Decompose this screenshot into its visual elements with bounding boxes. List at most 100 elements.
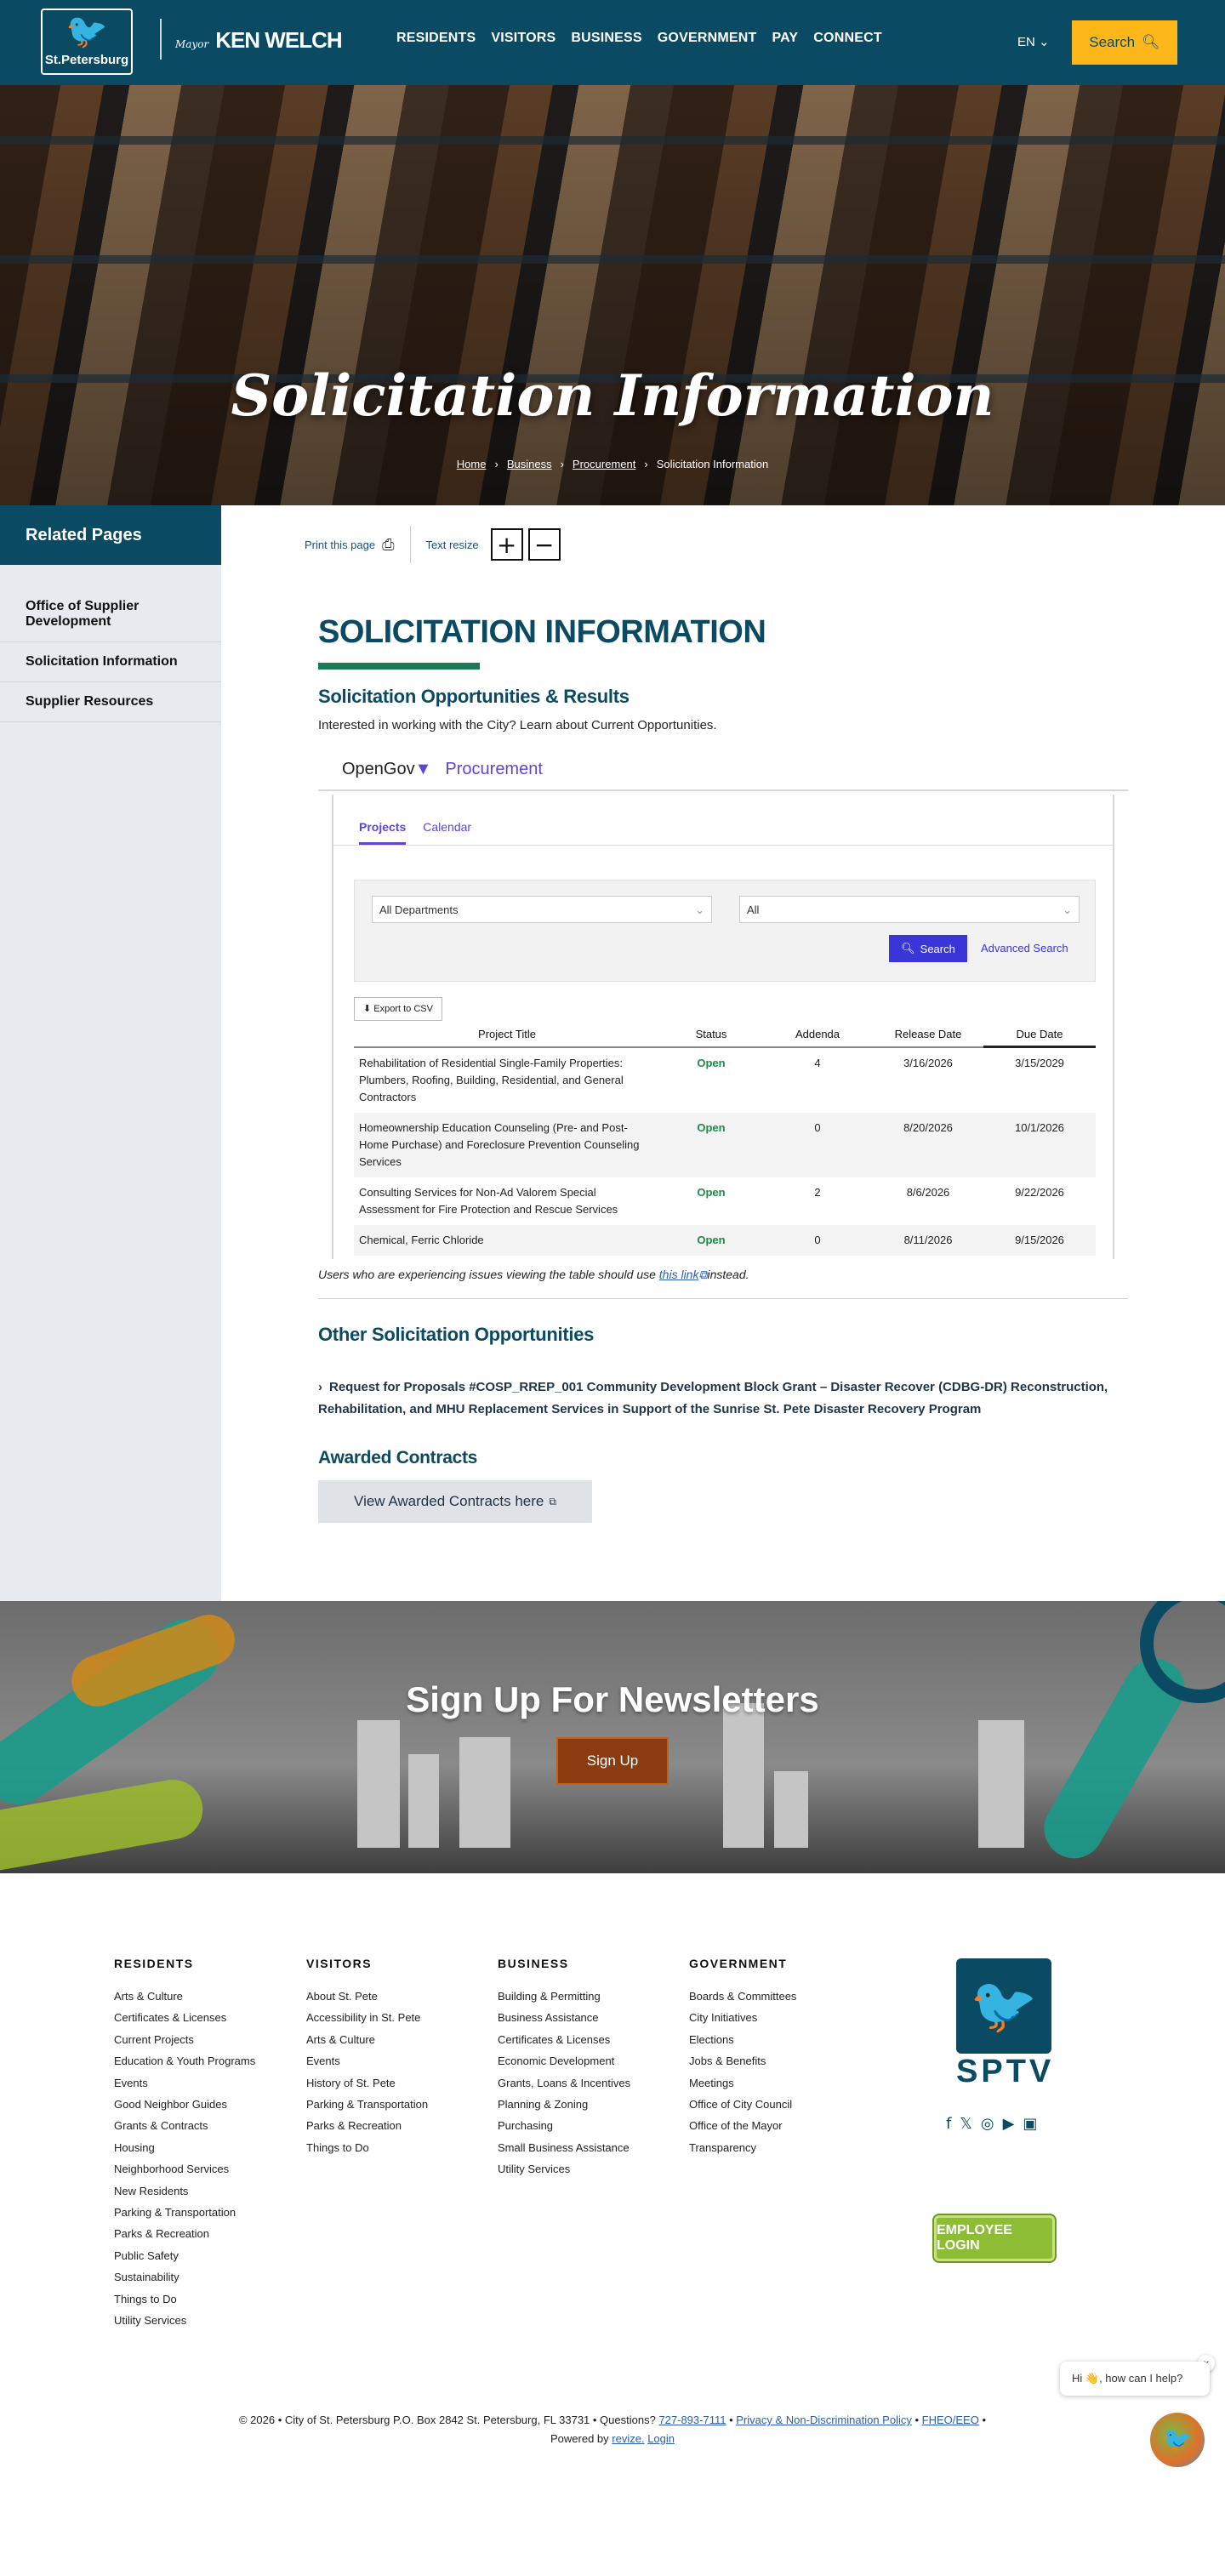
- footer-link[interactable]: Public Safety: [114, 2245, 255, 2266]
- footer-link[interactable]: Economic Development: [498, 2050, 630, 2072]
- x-twitter-icon[interactable]: 𝕏: [960, 2115, 972, 2133]
- export-csv-button[interactable]: ⬇ Export to CSV: [354, 997, 442, 1021]
- footer-link[interactable]: Building & Permitting: [498, 1986, 630, 2007]
- facebook-icon[interactable]: f: [946, 2115, 951, 2133]
- footer-link[interactable]: Office of the Mayor: [689, 2115, 796, 2136]
- flickr-icon[interactable]: ▣: [1023, 2115, 1037, 2133]
- footer-link[interactable]: Sustainability: [114, 2266, 255, 2288]
- nav-residents[interactable]: RESIDENTS: [396, 31, 476, 46]
- footer-link[interactable]: Grants, Loans & Incentives: [498, 2072, 630, 2094]
- breadcrumb-procurement[interactable]: Procurement: [573, 458, 635, 470]
- footer-link[interactable]: Utility Services: [114, 2310, 255, 2331]
- footer-link[interactable]: Business Assistance: [498, 2007, 630, 2028]
- column-header-title[interactable]: Project Title: [354, 1023, 660, 1048]
- table-row[interactable]: Rehabilitation of Residential Single-Fam…: [354, 1047, 1096, 1113]
- footer-link[interactable]: Arts & Culture: [114, 1986, 255, 2007]
- footer-link[interactable]: Good Neighbor Guides: [114, 2094, 255, 2115]
- language-selector[interactable]: EN ⌄: [1017, 34, 1050, 49]
- status-select[interactable]: All ⌄: [739, 896, 1080, 923]
- sidebar-item-supplier-development[interactable]: Office of Supplier Development: [0, 587, 221, 642]
- project-title[interactable]: Homeownership Education Counseling (Pre-…: [354, 1112, 660, 1177]
- revize-link[interactable]: revize.: [612, 2432, 644, 2445]
- project-title[interactable]: Rehabilitation of Residential Single-Fam…: [354, 1047, 660, 1113]
- footer-link[interactable]: Purchasing: [498, 2115, 630, 2136]
- footer-link[interactable]: Office of City Council: [689, 2094, 796, 2115]
- city-logo[interactable]: 🐦 St.Petersburg: [41, 9, 133, 75]
- footer-link[interactable]: Parks & Recreation: [306, 2115, 428, 2136]
- column-header-addenda[interactable]: Addenda: [762, 1023, 873, 1048]
- nav-business[interactable]: BUSINESS: [571, 31, 641, 46]
- footer-link[interactable]: Jobs & Benefits: [689, 2050, 796, 2072]
- footer-link[interactable]: Certificates & Licenses: [498, 2029, 630, 2050]
- footer-link[interactable]: Neighborhood Services: [114, 2158, 255, 2180]
- opengov-frame: Projects Calendar All Departments ⌄ All ⌄ …: [332, 795, 1114, 1259]
- breadcrumb-home[interactable]: Home: [457, 458, 487, 470]
- footer-link[interactable]: Events: [306, 2050, 428, 2072]
- footer-link[interactable]: Elections: [689, 2029, 796, 2050]
- tab-projects[interactable]: Projects: [359, 820, 407, 845]
- footer-link[interactable]: Certificates & Licenses: [114, 2007, 255, 2028]
- project-title[interactable]: Consulting Services for Non-Ad Valorem S…: [354, 1177, 660, 1225]
- tab-calendar[interactable]: Calendar: [423, 820, 471, 845]
- nav-pay[interactable]: PAY: [772, 31, 798, 46]
- sptv-logo[interactable]: 🐦 SPTV: [956, 1958, 1051, 2091]
- fheo-link[interactable]: FHEO/EEO: [922, 2414, 979, 2426]
- login-link[interactable]: Login: [647, 2432, 675, 2445]
- sptv-text: SPTV: [956, 2054, 1055, 2089]
- header-search-button[interactable]: Search 🔍︎: [1072, 20, 1177, 65]
- print-link[interactable]: Print this page: [305, 539, 375, 551]
- nav-visitors[interactable]: VISITORS: [491, 31, 556, 46]
- footer-link[interactable]: Arts & Culture: [306, 2029, 428, 2050]
- printer-icon[interactable]: ⎙: [382, 536, 394, 554]
- footer-link[interactable]: Planning & Zoning: [498, 2094, 630, 2115]
- phone-link[interactable]: 727-893-7111: [658, 2414, 726, 2426]
- youtube-icon[interactable]: ▶: [1003, 2115, 1015, 2133]
- view-awarded-contracts-button[interactable]: View Awarded Contracts here ⧉: [318, 1480, 592, 1523]
- footer-link[interactable]: Things to Do: [306, 2137, 428, 2158]
- footer-link[interactable]: Utility Services: [498, 2158, 630, 2180]
- footer-link[interactable]: Boards & Committees: [689, 1986, 796, 2007]
- footer-link[interactable]: Small Business Assistance: [498, 2137, 630, 2158]
- table-row[interactable]: Consulting Services for Non-Ad Valorem S…: [354, 1177, 1096, 1225]
- footer-link[interactable]: Grants & Contracts: [114, 2115, 255, 2136]
- breadcrumb-business[interactable]: Business: [507, 458, 552, 470]
- footer-link[interactable]: Events: [114, 2072, 255, 2094]
- footer-link[interactable]: About St. Pete: [306, 1986, 428, 2007]
- footer-link[interactable]: New Residents: [114, 2180, 255, 2202]
- sidebar-item-solicitation-information[interactable]: Solicitation Information: [0, 642, 221, 682]
- column-header-release-date[interactable]: Release Date: [873, 1023, 983, 1048]
- footer-link[interactable]: Accessibility in St. Pete: [306, 2007, 428, 2028]
- footer-link[interactable]: Current Projects: [114, 2029, 255, 2050]
- footer-link[interactable]: Things to Do: [114, 2288, 255, 2310]
- nav-connect[interactable]: CONNECT: [813, 31, 882, 46]
- project-title[interactable]: Chemical, Ferric Chloride: [354, 1224, 660, 1256]
- footer-link[interactable]: Education & Youth Programs: [114, 2050, 255, 2072]
- table-row[interactable]: Homeownership Education Counseling (Pre-…: [354, 1112, 1096, 1177]
- footer-link[interactable]: History of St. Pete: [306, 2072, 428, 2094]
- text-decrease-icon[interactable]: −: [527, 528, 561, 561]
- alternate-table-link[interactable]: this link: [659, 1268, 699, 1281]
- department-select[interactable]: All Departments ⌄: [372, 896, 712, 923]
- footer-link[interactable]: Housing: [114, 2137, 255, 2158]
- table-row[interactable]: Chemical, Ferric Chloride Open 0 8/11/2026 9…: [354, 1224, 1096, 1256]
- privacy-link[interactable]: Privacy & Non-Discrimination Policy: [736, 2414, 912, 2426]
- sidebar-item-supplier-resources[interactable]: Supplier Resources: [0, 682, 221, 722]
- footer-link[interactable]: Transparency: [689, 2137, 796, 2158]
- opengov-search-button[interactable]: 🔍︎ Search: [889, 935, 967, 962]
- employee-login-button[interactable]: EMPLOYEE LOGIN: [934, 2215, 1055, 2261]
- footer-link[interactable]: Parking & Transportation: [306, 2094, 428, 2115]
- newsletter-signup-button[interactable]: Sign Up: [556, 1737, 669, 1785]
- chevron-right-icon: ›: [318, 1380, 322, 1394]
- text-increase-icon[interactable]: +: [490, 528, 523, 561]
- rfp-link[interactable]: › Request for Proposals #COSP_RREP_001 Co…: [318, 1376, 1118, 1421]
- footer-link[interactable]: City Initiatives: [689, 2007, 796, 2028]
- instagram-icon[interactable]: ◎: [981, 2115, 994, 2133]
- footer-link[interactable]: Meetings: [689, 2072, 796, 2094]
- column-header-status[interactable]: Status: [660, 1023, 762, 1048]
- advanced-search-link[interactable]: Advanced Search: [981, 942, 1068, 955]
- column-header-due-date[interactable]: Due Date: [983, 1023, 1096, 1048]
- nav-government[interactable]: GOVERNMENT: [658, 31, 757, 46]
- footer-link[interactable]: Parking & Transportation: [114, 2202, 255, 2223]
- footer-link[interactable]: Parks & Recreation: [114, 2223, 255, 2244]
- chat-bubble[interactable]: Hi 👋, how can I help?: [1060, 2362, 1210, 2396]
